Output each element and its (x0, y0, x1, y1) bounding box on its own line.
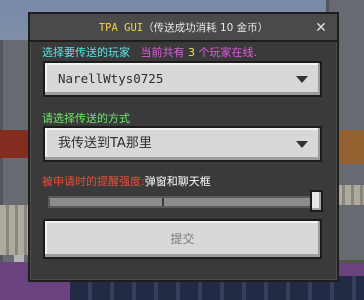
online-count-suffix: 个玩家在线. (198, 46, 258, 59)
reminder-slider-track[interactable] (48, 196, 312, 208)
tpa-dialog: TPA GUI（传送成功消耗 10 金币） ✕ 选择要传送的玩家 当前共有 3 … (28, 12, 339, 282)
player-select-label-row: 选择要传送的玩家 当前共有 3 个玩家在线. (42, 44, 257, 60)
slider-tick-mark (162, 198, 164, 206)
chevron-down-icon (296, 141, 308, 148)
reminder-value: 弹窗和聊天框 (144, 175, 211, 188)
player-dropdown[interactable]: NarellWtys0725 (43, 61, 322, 97)
chevron-down-icon (296, 76, 308, 83)
title-cost-note: （传送成功消耗 10 金币） (143, 22, 269, 34)
method-dropdown-value: 我传送到TA那里 (58, 136, 152, 151)
method-dropdown[interactable]: 我传送到TA那里 (43, 126, 322, 162)
player-dropdown-value: NarellWtys0725 (58, 71, 164, 86)
close-icon[interactable]: ✕ (311, 18, 331, 38)
title-gui-name: TPA GUI (98, 22, 144, 34)
online-count-number: 3 (188, 46, 195, 59)
dialog-title: TPA GUI（传送成功消耗 10 金币） (30, 14, 337, 42)
submit-button[interactable]: 提交 (43, 219, 322, 259)
title-bar: TPA GUI（传送成功消耗 10 金币） ✕ (30, 14, 337, 42)
reminder-label: 被申请时的提醒强度: (42, 175, 145, 188)
online-count-prefix: 当前共有 (140, 46, 185, 59)
player-select-label: 选择要传送的玩家 (42, 46, 130, 59)
reminder-label-row: 被申请时的提醒强度:弹窗和聊天框 (42, 173, 211, 189)
reminder-slider-handle[interactable] (310, 190, 323, 212)
method-select-label: 请选择传送的方式 (42, 112, 130, 125)
